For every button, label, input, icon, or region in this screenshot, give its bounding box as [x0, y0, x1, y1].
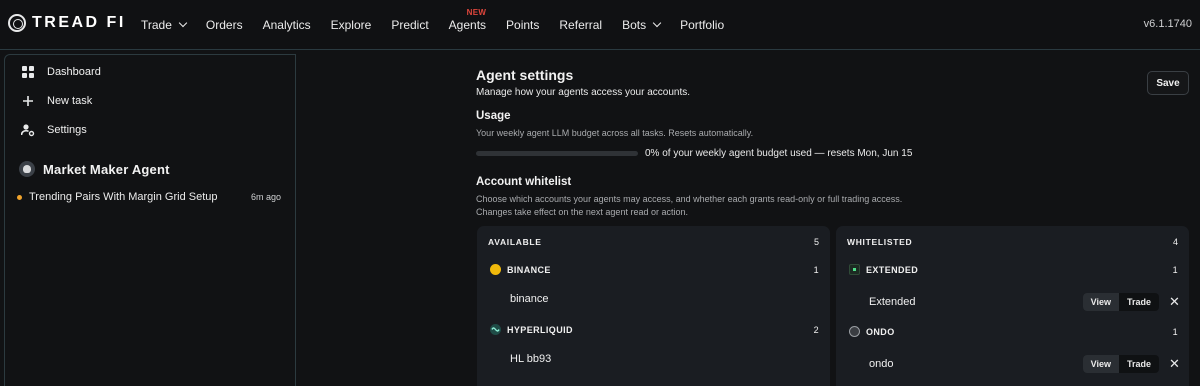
nav-item-label: Predict	[391, 18, 429, 32]
access-toggle: View Trade	[1082, 293, 1159, 311]
nav-item-analytics[interactable]: Analytics	[263, 18, 311, 32]
sidebar-item-label: Dashboard	[47, 66, 101, 78]
whitelisted-accounts-panel: WHITELISTED 4 EXTENDED 1 Extended View T…	[836, 226, 1189, 386]
exchange-group-hyperliquid[interactable]: HYPERLIQUID 2	[490, 324, 819, 335]
account-row[interactable]: binance	[510, 293, 820, 305]
ondo-icon	[849, 326, 860, 337]
account-row: Extended View Trade ✕	[869, 293, 1180, 311]
account-name: binance	[510, 293, 549, 305]
nav-item-label: Portfolio	[680, 18, 725, 32]
tread-fi-logo-icon	[8, 14, 26, 32]
whitelist-description-1: Choose which accounts your agents may ac…	[476, 194, 903, 204]
nav-item-label: Explore	[330, 18, 372, 32]
task-list-item[interactable]: Trending Pairs With Margin Grid Setup 6m…	[17, 191, 281, 203]
trade-access-button[interactable]: Trade	[1119, 293, 1159, 311]
nav-item-orders[interactable]: Orders	[206, 18, 243, 32]
nav-item-label: Bots	[622, 18, 647, 32]
app-version: v6.1.1740	[1143, 18, 1192, 30]
available-accounts-panel: AVAILABLE 5 BINANCE 1 binance HYPERLIQUI…	[477, 226, 830, 386]
tread-fi-logo[interactable]: TREAD FI	[8, 14, 126, 32]
nav-item-label: Analytics	[262, 18, 311, 32]
binance-icon	[490, 264, 501, 275]
task-time: 6m ago	[250, 192, 281, 202]
account-row: ondo View Trade ✕	[869, 355, 1180, 373]
account-name: Extended	[869, 296, 916, 308]
remove-account-icon[interactable]: ✕	[1169, 294, 1180, 310]
panel-header-count: 4	[1172, 237, 1178, 247]
panel-header-count: 5	[813, 237, 819, 247]
sidebar: Dashboard New task Settings Market Maker…	[4, 54, 296, 386]
whitelist-description-2: Changes take effect on the next agent re…	[476, 207, 688, 217]
nav-item-points[interactable]: Points	[506, 18, 539, 32]
nav-item-referral[interactable]: Referral	[559, 18, 602, 32]
sidebar-item-label: New task	[47, 95, 93, 107]
access-toggle: View Trade	[1082, 355, 1159, 373]
nav-item-label: Trade	[141, 18, 172, 32]
nav-item-bots[interactable]: Bots	[622, 18, 662, 32]
page-title: Agent settings	[476, 67, 574, 83]
exchange-count: 1	[1172, 326, 1178, 337]
dashboard-grid-icon	[21, 65, 35, 79]
nav-item-label: Referral	[559, 18, 603, 32]
hyperliquid-icon	[490, 324, 501, 335]
sidebar-item-label: Settings	[47, 124, 87, 136]
extended-icon	[849, 264, 860, 275]
plus-icon	[21, 94, 35, 108]
whitelist-title: Account whitelist	[476, 176, 572, 188]
nav-item-agents[interactable]: Agents NEW	[448, 8, 487, 32]
remove-account-icon[interactable]: ✕	[1169, 356, 1180, 372]
exchange-name: BINANCE	[507, 264, 551, 275]
sidebar-item-settings[interactable]: Settings	[21, 123, 87, 137]
nav-item-portfolio[interactable]: Portfolio	[680, 18, 724, 32]
exchange-count: 1	[813, 264, 819, 275]
usage-description: Your weekly agent LLM budget across all …	[476, 128, 754, 138]
exchange-group-ondo[interactable]: ONDO 1	[849, 326, 1178, 337]
task-name: Trending Pairs With Margin Grid Setup	[29, 191, 218, 203]
agent-name: Market Maker Agent	[43, 161, 170, 177]
page-subtitle: Manage how your agents access your accou…	[476, 87, 691, 98]
exchange-name: HYPERLIQUID	[507, 324, 573, 335]
top-navigation: TREAD FI Trade Orders Analytics Explore …	[0, 0, 1200, 50]
exchange-name: EXTENDED	[866, 264, 919, 275]
nav-menu: Trade Orders Analytics Explore Predict A…	[141, 0, 744, 50]
account-row[interactable]: HL bb93	[510, 353, 820, 365]
sidebar-item-dashboard[interactable]: Dashboard	[21, 65, 101, 79]
exchange-count: 2	[813, 324, 819, 335]
panel-header: AVAILABLE 5	[488, 237, 819, 247]
agent-avatar-icon	[19, 161, 35, 177]
brand-name: TREAD FI	[32, 14, 126, 31]
exchange-group-binance[interactable]: BINANCE 1	[490, 264, 819, 275]
chevron-down-icon	[652, 18, 662, 28]
user-settings-icon	[21, 123, 35, 137]
exchange-group-extended[interactable]: EXTENDED 1	[849, 264, 1178, 275]
exchange-name: ONDO	[866, 326, 895, 337]
account-name: HL bb93	[510, 353, 552, 365]
save-button[interactable]: Save	[1147, 71, 1189, 95]
account-name: ondo	[869, 358, 894, 370]
exchange-count: 1	[1172, 264, 1178, 275]
nav-item-explore[interactable]: Explore	[331, 18, 372, 32]
nav-item-label: Agents	[448, 18, 487, 32]
nav-item-label: Orders	[205, 18, 243, 32]
usage-title: Usage	[476, 110, 511, 122]
usage-status: 0% of your weekly agent budget used — re…	[645, 148, 913, 159]
trade-access-button[interactable]: Trade	[1119, 355, 1159, 373]
nav-item-trade[interactable]: Trade	[141, 18, 188, 32]
sidebar-item-new-task[interactable]: New task	[21, 94, 92, 108]
view-access-button[interactable]: View	[1082, 293, 1119, 311]
view-access-button[interactable]: View	[1082, 355, 1119, 373]
panel-header-label: AVAILABLE	[488, 237, 542, 247]
panel-header-label: WHITELISTED	[847, 237, 913, 247]
usage-progress-bar	[476, 151, 638, 156]
panel-header: WHITELISTED 4	[847, 237, 1178, 247]
nav-item-label: Points	[506, 18, 540, 32]
agent-header[interactable]: Market Maker Agent	[19, 161, 170, 177]
task-status-dot	[17, 194, 22, 200]
new-badge: NEW	[466, 8, 487, 17]
nav-item-predict[interactable]: Predict	[391, 18, 428, 32]
chevron-down-icon	[178, 18, 188, 28]
